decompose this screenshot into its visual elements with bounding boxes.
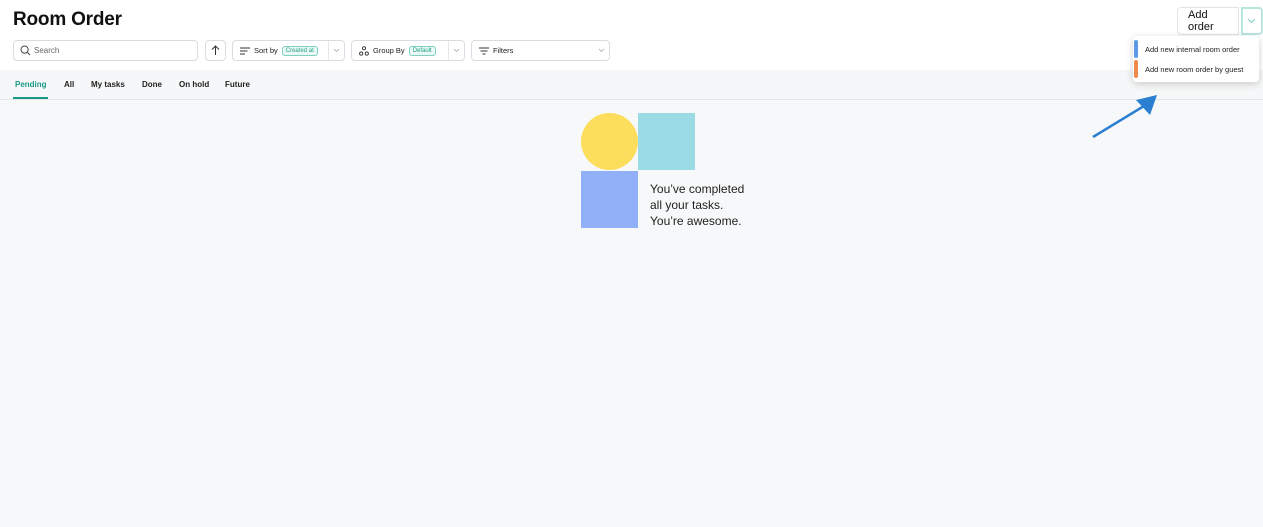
tab-future[interactable]: Future [225, 80, 250, 89]
sort-lines-icon [240, 47, 250, 54]
tab-all[interactable]: All [64, 80, 74, 89]
internal-color-bar [1134, 40, 1138, 58]
tab-my-tasks[interactable]: My tasks [91, 80, 125, 89]
filter-icon [479, 47, 489, 54]
sort-by-button[interactable]: Sort by Created at [232, 40, 345, 61]
add-order-button[interactable]: Add order [1177, 7, 1239, 35]
status-tabs: Pending All My tasks Done On hold Future [0, 70, 1263, 100]
tab-on-hold[interactable]: On hold [179, 80, 209, 89]
chevron-down-icon [453, 48, 460, 53]
group-by-label: Group By [373, 46, 405, 55]
illustration-circle [581, 113, 638, 170]
active-tab-indicator [13, 97, 48, 99]
group-icon [359, 45, 369, 56]
filters-button[interactable]: Filters [471, 40, 610, 61]
add-order-dropdown-toggle[interactable] [1240, 7, 1263, 35]
search-box[interactable] [13, 40, 198, 61]
content-area [0, 100, 1263, 527]
add-order-group: Add order [1177, 7, 1263, 35]
group-by-button[interactable]: Group By Default [351, 40, 465, 61]
chevron-down-icon [1248, 18, 1256, 24]
filters-dropdown[interactable] [593, 41, 609, 60]
menu-item-room-order-by-guest[interactable]: Add new room order by guest [1133, 59, 1259, 79]
menu-item-internal-room-order[interactable]: Add new internal room order [1133, 39, 1259, 59]
group-by-dropdown[interactable] [448, 41, 464, 60]
sort-by-value-tag: Created at [281, 45, 318, 56]
tab-done[interactable]: Done [142, 80, 162, 89]
sort-by-dropdown[interactable] [328, 41, 344, 60]
filters-label: Filters [493, 46, 514, 55]
search-input[interactable] [34, 46, 184, 55]
empty-state-line-2: all your tasks. [650, 198, 724, 212]
empty-state-message: You’ve completed all your tasks. You’re … [650, 181, 744, 229]
empty-state-line-3: You’re awesome. [650, 214, 742, 228]
sort-by-label: Sort by [254, 46, 278, 55]
menu-item-label: Add new internal room order [1145, 44, 1240, 54]
empty-state-line-1: You’ve completed [650, 182, 745, 196]
page-title: Room Order [13, 9, 122, 30]
add-order-dropdown-menu: Add new internal room order Add new room… [1133, 36, 1259, 82]
illustration-square-blue [581, 171, 638, 228]
group-by-value-tag: Default [408, 45, 436, 56]
menu-item-label: Add new room order by guest [1145, 64, 1244, 74]
arrow-up-icon [211, 45, 220, 55]
tab-pending[interactable]: Pending [15, 80, 47, 89]
sort-direction-button[interactable] [205, 40, 226, 61]
guest-color-bar [1134, 60, 1138, 78]
search-icon [20, 45, 31, 56]
illustration-square-teal [638, 113, 695, 170]
page-header: Room Order Add order Sort by Created at … [0, 0, 1263, 70]
chevron-down-icon [598, 48, 604, 53]
chevron-down-icon [333, 48, 340, 53]
